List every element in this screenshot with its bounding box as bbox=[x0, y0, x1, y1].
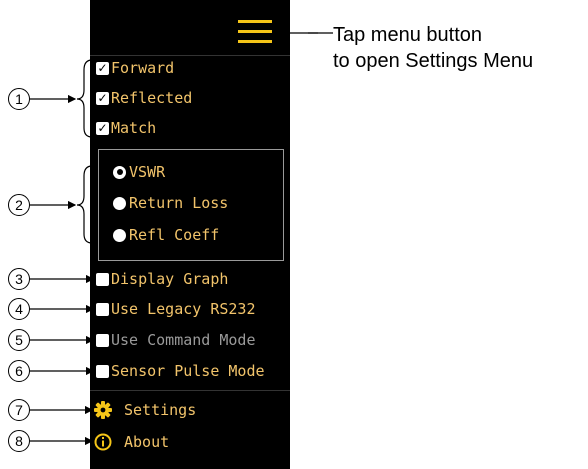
note-line-2: to open Settings Menu bbox=[333, 50, 534, 72]
callout-number: 3 bbox=[8, 268, 30, 290]
callout-number: 7 bbox=[8, 399, 30, 421]
callout-number: 4 bbox=[8, 298, 30, 320]
callout-number: 1 bbox=[8, 88, 30, 110]
tap-menu-note: Tap menu button to open Settings Menu bbox=[333, 22, 533, 74]
note-line-1: Tap menu button bbox=[333, 24, 482, 46]
callout-number: 6 bbox=[8, 360, 30, 382]
callout-number: 5 bbox=[8, 329, 30, 351]
callout-number: 8 bbox=[8, 430, 30, 452]
callout-number: 2 bbox=[8, 194, 30, 216]
